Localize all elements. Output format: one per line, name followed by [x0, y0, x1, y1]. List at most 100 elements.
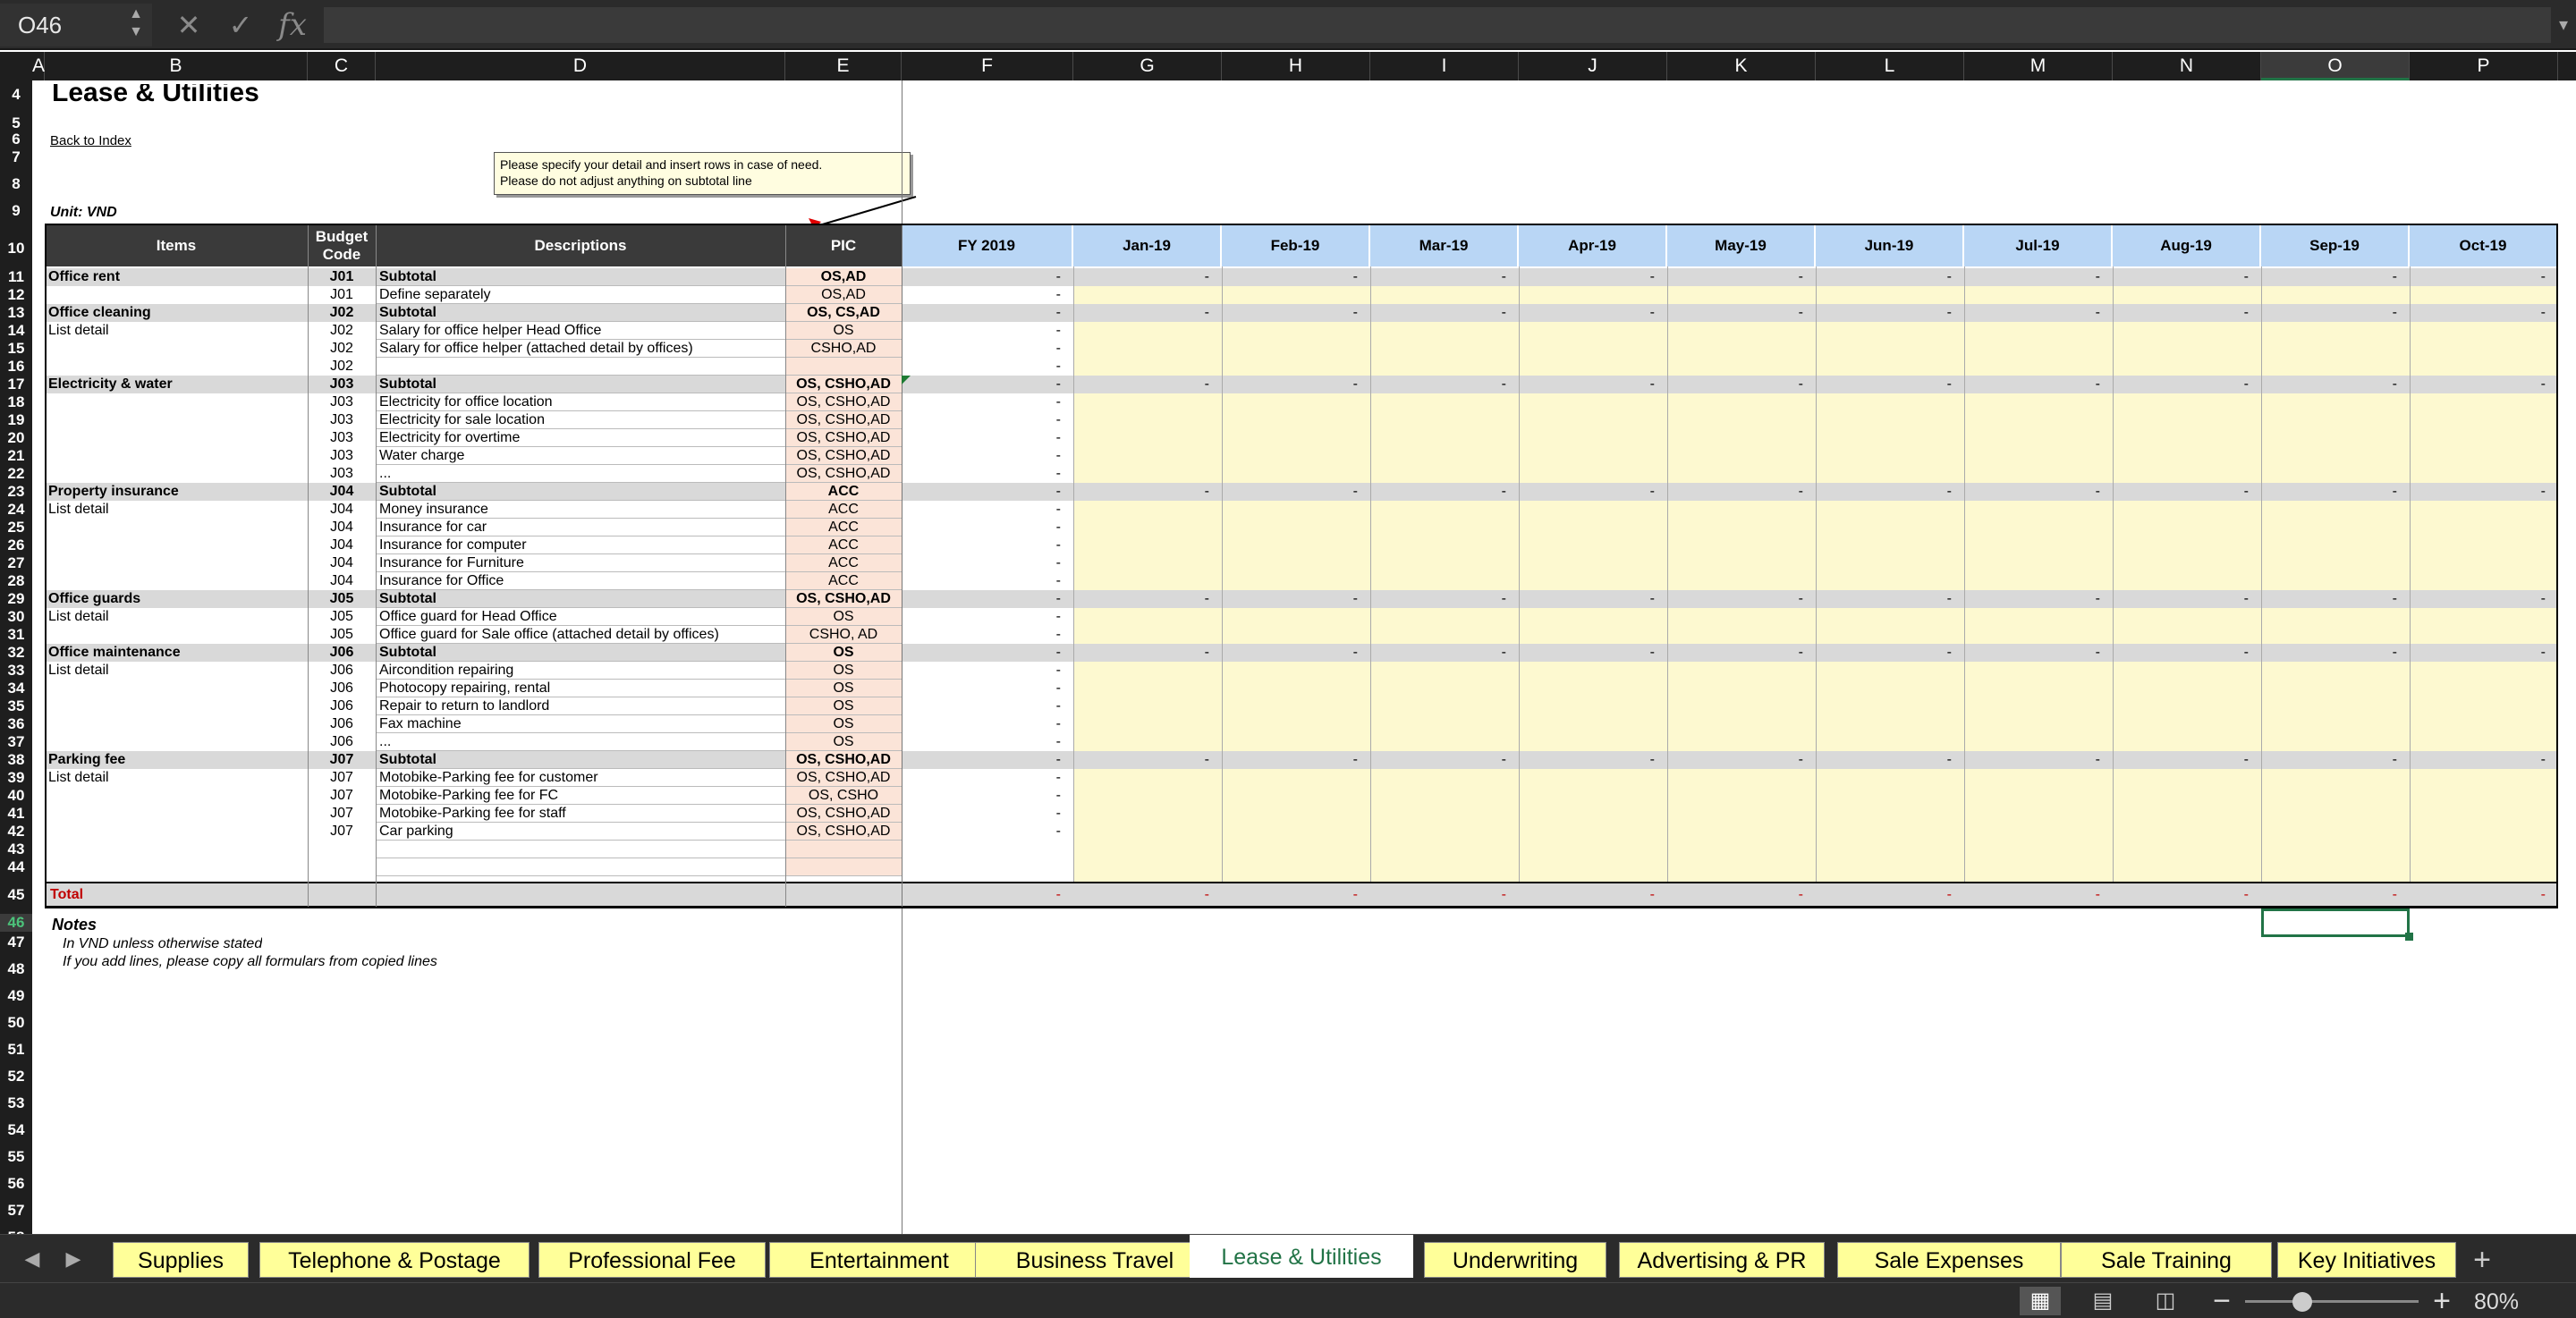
row-header-32[interactable]: 32: [0, 644, 32, 662]
total-amount[interactable]: -: [2370, 886, 2397, 904]
amount-cell[interactable]: -: [1034, 715, 1061, 733]
amount-cell[interactable]: -: [1479, 483, 1506, 501]
amount-cell[interactable]: -: [2222, 590, 2249, 608]
amount-cell[interactable]: -: [1331, 483, 1358, 501]
amount-cell[interactable]: -: [1628, 751, 1655, 769]
sheet-tab[interactable]: Telephone & Postage: [259, 1242, 530, 1278]
amount-cell[interactable]: -: [1034, 429, 1061, 447]
column-header-f[interactable]: F: [902, 52, 1073, 80]
amount-cell[interactable]: -: [2370, 483, 2397, 501]
name-box-stepper-icon[interactable]: ▲ ▼: [125, 5, 147, 45]
back-to-index-link[interactable]: Back to Index: [50, 132, 131, 150]
row-header-27[interactable]: 27: [0, 554, 32, 572]
amount-cell[interactable]: -: [2222, 644, 2249, 662]
row-header-17[interactable]: 17: [0, 376, 32, 393]
page-break-view-icon[interactable]: ◫: [2145, 1287, 2186, 1315]
sheet-tab[interactable]: Sale Expenses: [1837, 1242, 2061, 1278]
amount-cell[interactable]: -: [1628, 644, 1655, 662]
column-header-o[interactable]: O: [2261, 52, 2410, 80]
column-header-b[interactable]: B: [45, 52, 308, 80]
amount-cell[interactable]: -: [2370, 268, 2397, 286]
row-header-45[interactable]: 45: [0, 882, 32, 908]
amount-cell[interactable]: -: [1776, 483, 1803, 501]
amount-cell[interactable]: -: [1182, 483, 1209, 501]
amount-cell[interactable]: -: [1034, 358, 1061, 376]
total-amount[interactable]: -: [1479, 886, 1506, 904]
row-header-21[interactable]: 21: [0, 447, 32, 465]
amount-cell[interactable]: -: [1034, 286, 1061, 304]
total-amount[interactable]: -: [1331, 886, 1358, 904]
zoom-slider-thumb[interactable]: [2292, 1292, 2313, 1312]
sheet-tab[interactable]: Lease & Utilities: [1190, 1235, 1413, 1278]
amount-cell[interactable]: -: [2370, 304, 2397, 322]
amount-cell[interactable]: -: [1776, 751, 1803, 769]
sheet-grid[interactable]: Lease & Utilities Back to Index Unit: VN…: [32, 80, 2576, 1234]
amount-cell[interactable]: -: [1034, 733, 1061, 751]
amount-cell[interactable]: -: [2222, 304, 2249, 322]
column-header-d[interactable]: D: [376, 52, 785, 80]
row-header-50[interactable]: 50: [0, 1014, 32, 1032]
amount-cell[interactable]: -: [1034, 322, 1061, 340]
sheet-tab[interactable]: Professional Fee: [538, 1242, 766, 1278]
row-header-52[interactable]: 52: [0, 1068, 32, 1086]
check-icon[interactable]: ✓: [220, 5, 261, 45]
zoom-in-button[interactable]: +: [2426, 1285, 2458, 1317]
column-header-e[interactable]: E: [785, 52, 902, 80]
amount-cell[interactable]: -: [1034, 501, 1061, 519]
formula-input[interactable]: [324, 7, 2551, 43]
amount-cell[interactable]: -: [2370, 751, 2397, 769]
amount-cell[interactable]: -: [1925, 590, 1952, 608]
column-header-c[interactable]: C: [308, 52, 376, 80]
row-header-23[interactable]: 23: [0, 483, 32, 501]
chevron-right-icon[interactable]: ▶: [57, 1242, 89, 1276]
row-header-16[interactable]: 16: [0, 358, 32, 376]
amount-cell[interactable]: -: [2073, 268, 2100, 286]
amount-cell[interactable]: -: [2519, 268, 2546, 286]
row-header-22[interactable]: 22: [0, 465, 32, 483]
row-header-53[interactable]: 53: [0, 1094, 32, 1112]
amount-cell[interactable]: -: [1182, 268, 1209, 286]
amount-cell[interactable]: -: [1034, 680, 1061, 697]
close-icon[interactable]: ✕: [168, 5, 209, 45]
row-header-7[interactable]: 7: [0, 148, 32, 166]
sheet-tab[interactable]: Sale Training: [2061, 1242, 2272, 1278]
chevron-down-icon[interactable]: ▾: [2551, 7, 2576, 43]
amount-cell[interactable]: -: [1479, 304, 1506, 322]
row-header-41[interactable]: 41: [0, 805, 32, 823]
amount-cell[interactable]: -: [1331, 304, 1358, 322]
row-header-18[interactable]: 18: [0, 393, 32, 411]
amount-cell[interactable]: -: [1331, 644, 1358, 662]
row-header-31[interactable]: 31: [0, 626, 32, 644]
amount-cell[interactable]: -: [1479, 376, 1506, 393]
total-amount[interactable]: -: [2073, 886, 2100, 904]
sheet-tab[interactable]: Supplies: [113, 1242, 249, 1278]
sheet-tab[interactable]: Entertainment: [769, 1242, 989, 1278]
sheet-tab[interactable]: Underwriting: [1424, 1242, 1606, 1278]
row-header-24[interactable]: 24: [0, 501, 32, 519]
row-header-11[interactable]: 11: [0, 268, 32, 286]
amount-cell[interactable]: -: [1034, 393, 1061, 411]
row-header-15[interactable]: 15: [0, 340, 32, 358]
amount-cell[interactable]: -: [1479, 268, 1506, 286]
amount-cell[interactable]: -: [1034, 268, 1061, 286]
amount-cell[interactable]: -: [1034, 340, 1061, 358]
row-header-5[interactable]: 5: [0, 114, 32, 132]
amount-cell[interactable]: -: [1034, 751, 1061, 769]
row-header-12[interactable]: 12: [0, 286, 32, 304]
row-header-47[interactable]: 47: [0, 934, 32, 951]
amount-cell[interactable]: -: [2073, 304, 2100, 322]
amount-cell[interactable]: -: [1628, 304, 1655, 322]
zoom-level[interactable]: 80%: [2474, 1288, 2563, 1315]
amount-cell[interactable]: -: [1034, 447, 1061, 465]
amount-cell[interactable]: -: [2222, 376, 2249, 393]
amount-cell[interactable]: -: [2073, 644, 2100, 662]
amount-cell[interactable]: -: [1925, 376, 1952, 393]
row-header-33[interactable]: 33: [0, 662, 32, 680]
row-header-37[interactable]: 37: [0, 733, 32, 751]
row-header-54[interactable]: 54: [0, 1121, 32, 1139]
amount-cell[interactable]: -: [2519, 304, 2546, 322]
amount-cell[interactable]: -: [1776, 304, 1803, 322]
amount-cell[interactable]: -: [2222, 483, 2249, 501]
column-header-i[interactable]: I: [1370, 52, 1519, 80]
amount-cell[interactable]: -: [2519, 751, 2546, 769]
